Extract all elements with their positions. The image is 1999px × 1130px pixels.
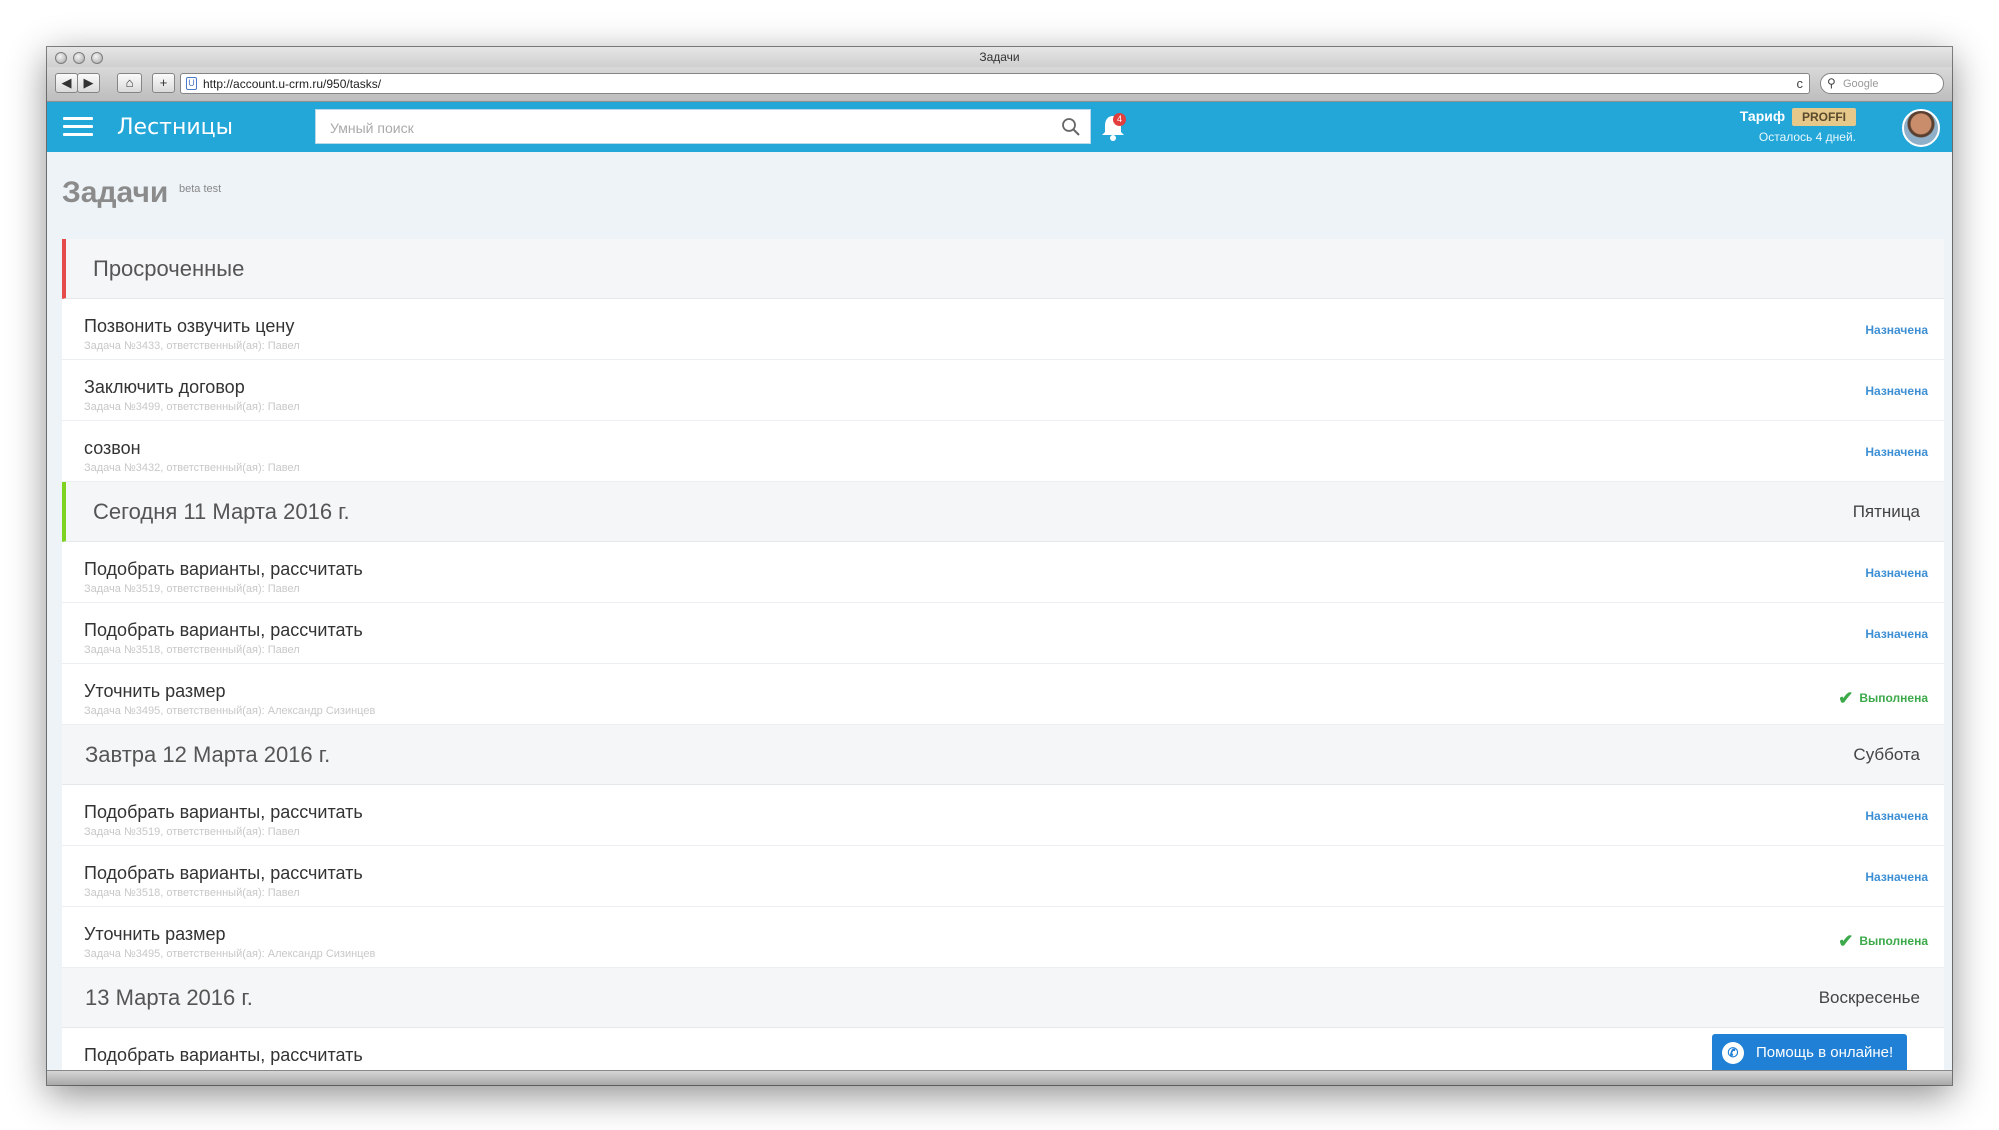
browser-search-field[interactable]: ⚲ Google xyxy=(1820,73,1944,94)
window-bottom-edge xyxy=(47,1070,1952,1085)
window-title: Задачи xyxy=(979,50,1020,64)
group-header-date: 13 Марта 2016 г. Воскресенье xyxy=(62,968,1944,1028)
task-row[interactable]: Уточнить размер Задача №3495, ответствен… xyxy=(62,664,1944,725)
group-header-tomorrow: Завтра 12 Марта 2016 г. Суббота xyxy=(62,725,1944,785)
task-status[interactable]: Назначена xyxy=(1865,445,1928,459)
task-title[interactable]: Уточнить размер xyxy=(84,681,226,702)
group-weekday: Пятница xyxy=(1852,502,1920,521)
task-row[interactable]: Подобрать варианты, рассчитать Задача №3… xyxy=(62,603,1944,664)
task-row[interactable]: Подобрать варианты, рассчитать Задача №3… xyxy=(62,846,1944,907)
user-avatar[interactable] xyxy=(1902,109,1940,147)
task-row[interactable]: Подобрать варианты, рассчитать Задача №3… xyxy=(62,785,1944,846)
group-title: Просроченные xyxy=(93,256,245,281)
search-icon[interactable] xyxy=(1061,117,1081,137)
task-meta: Задача №3433, ответственный(ая): Павел xyxy=(84,340,300,352)
task-meta: Задача №3518, ответственный(ая): Павел xyxy=(84,644,300,656)
task-title[interactable]: Подобрать варианты, рассчитать xyxy=(84,1045,363,1066)
task-meta: Задача №3519, ответственный(ая): Павел xyxy=(84,826,300,838)
task-title[interactable]: Подобрать варианты, рассчитать xyxy=(84,802,363,823)
task-meta: Задача №3518, ответственный(ая): Павел xyxy=(84,887,300,899)
task-status[interactable]: ✔ Выполнена xyxy=(1838,688,1928,709)
checkmark-icon: ✔ xyxy=(1838,931,1854,951)
task-status[interactable]: Назначена xyxy=(1865,809,1928,823)
group-title: 13 Марта 2016 г. xyxy=(85,985,253,1010)
main-content: Задачи beta test Просроченные Позвонить … xyxy=(47,152,1952,1085)
tariff-plan-badge: PROFFI xyxy=(1792,108,1856,126)
site-favicon-icon: U xyxy=(186,77,197,90)
online-help-label: Помощь в онлайне! xyxy=(1756,1044,1894,1061)
task-status[interactable]: Назначена xyxy=(1865,566,1928,580)
forward-button[interactable]: ▶ xyxy=(77,73,100,93)
chat-icon: ✆ xyxy=(1722,1042,1744,1064)
notifications-button[interactable]: 4 xyxy=(1097,111,1129,143)
task-row[interactable]: созвон Задача №3432, ответственный(ая): … xyxy=(62,421,1944,482)
online-help-button[interactable]: ✆ Помощь в онлайне! xyxy=(1712,1034,1907,1072)
checkmark-icon: ✔ xyxy=(1838,688,1854,708)
task-meta: Задача №3495, ответственный(ая): Алексан… xyxy=(84,705,376,717)
task-status[interactable]: Назначена xyxy=(1865,627,1928,641)
group-weekday: Суббота xyxy=(1853,745,1920,764)
add-bookmark-button[interactable]: + xyxy=(152,73,175,93)
address-text: http://account.u-crm.ru/950/tasks/ xyxy=(203,77,382,91)
window-titlebar: Задачи xyxy=(47,47,1952,68)
page-title: Задачи xyxy=(62,176,169,209)
app-header: Лестницы Умный поиск 4 Тариф PROFFI Оста… xyxy=(47,102,1952,152)
task-title[interactable]: Подобрать варианты, рассчитать xyxy=(84,620,363,641)
task-status-label: Выполнена xyxy=(1859,934,1928,948)
task-title[interactable]: Заключить договор xyxy=(84,377,245,398)
task-title[interactable]: Подобрать варианты, рассчитать xyxy=(84,863,363,884)
brand-name[interactable]: Лестницы xyxy=(117,115,233,140)
home-button[interactable]: ⌂ xyxy=(117,73,142,93)
task-status[interactable]: ✔ Выполнена xyxy=(1838,931,1928,952)
task-title[interactable]: созвон xyxy=(84,438,141,459)
browser-window: Задачи ◀ ▶ ⌂ + U http://account.u-crm.ru… xyxy=(47,47,1952,1085)
task-status[interactable]: Назначена xyxy=(1865,384,1928,398)
task-title[interactable]: Позвонить озвучить цену xyxy=(84,316,294,337)
menu-icon[interactable] xyxy=(63,117,93,137)
task-list: Просроченные Позвонить озвучить цену Зад… xyxy=(62,239,1944,1085)
search-placeholder: Умный поиск xyxy=(330,120,414,136)
group-header-overdue: Просроченные xyxy=(62,239,1944,299)
tariff-label: Тариф xyxy=(1739,108,1786,124)
back-button[interactable]: ◀ xyxy=(55,73,78,93)
notification-count-badge: 4 xyxy=(1113,113,1126,126)
task-meta: Задача №3432, ответственный(ая): Павел xyxy=(84,462,300,474)
reload-icon[interactable]: c xyxy=(1797,76,1804,91)
task-meta: Задача №3495, ответственный(ая): Алексан… xyxy=(84,948,376,960)
task-row[interactable]: Позвонить озвучить цену Задача №3433, от… xyxy=(62,299,1944,360)
group-weekday: Воскресенье xyxy=(1818,988,1920,1007)
browser-toolbar: ◀ ▶ ⌂ + U http://account.u-crm.ru/950/ta… xyxy=(47,67,1952,102)
magnifier-icon: ⚲ xyxy=(1827,76,1836,90)
task-status[interactable]: Назначена xyxy=(1865,870,1928,884)
group-title: Завтра 12 Марта 2016 г. xyxy=(85,742,331,767)
task-title[interactable]: Уточнить размер xyxy=(84,924,226,945)
task-row[interactable]: Уточнить размер Задача №3495, ответствен… xyxy=(62,907,1944,968)
browser-search-placeholder: Google xyxy=(1843,78,1879,90)
task-meta: Задача №3519, ответственный(ая): Павел xyxy=(84,583,300,595)
group-header-today: Сегодня 11 Марта 2016 г. Пятница xyxy=(62,482,1944,542)
task-meta: Задача №3499, ответственный(ая): Павел xyxy=(84,401,300,413)
task-status[interactable]: Назначена xyxy=(1865,323,1928,337)
task-status-label: Выполнена xyxy=(1859,691,1928,705)
address-bar[interactable]: U http://account.u-crm.ru/950/tasks/ c xyxy=(180,73,1810,94)
smart-search-input[interactable]: Умный поиск xyxy=(315,109,1091,144)
task-row[interactable]: Подобрать варианты, рассчитать Задача №3… xyxy=(62,542,1944,603)
tariff-info[interactable]: Тариф PROFFI Осталось 4 дней. xyxy=(1740,108,1856,144)
task-row[interactable]: Заключить договор Задача №3499, ответств… xyxy=(62,360,1944,421)
group-title: Сегодня 11 Марта 2016 г. xyxy=(93,499,350,524)
days-left-text: Осталось 4 дней. xyxy=(1758,130,1856,144)
beta-badge: beta test xyxy=(179,183,222,195)
task-title[interactable]: Подобрать варианты, рассчитать xyxy=(84,559,363,580)
